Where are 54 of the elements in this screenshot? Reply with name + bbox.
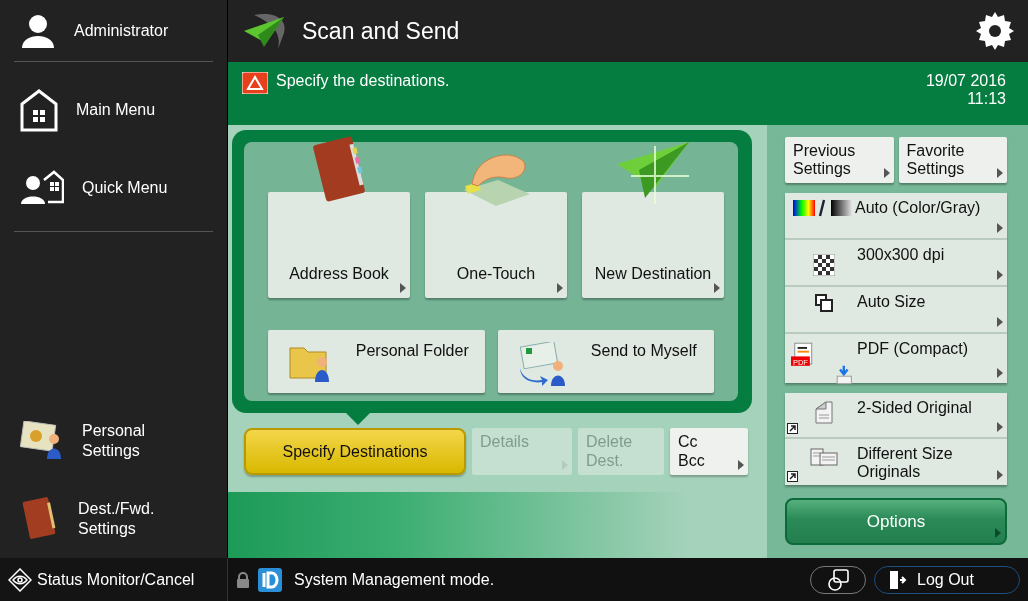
settings-icon	[976, 12, 1014, 50]
instruction-message: Specify the destinations.	[276, 72, 451, 91]
time-text: 11:13	[967, 90, 1006, 108]
two-sided-page-icon	[814, 401, 834, 425]
paper-plane-icon	[244, 11, 288, 51]
person-house-icon	[20, 170, 64, 206]
house-icon	[20, 87, 58, 132]
envelope-person-icon	[517, 342, 568, 386]
caret-icon	[997, 422, 1003, 432]
mixed-size-pages-icon	[810, 447, 838, 467]
destination-button[interactable]: Personal Folder	[268, 330, 485, 393]
mode-status-text: System Management mode.	[294, 570, 496, 589]
setting-row[interactable]: 2-Sided Original	[785, 393, 1007, 439]
setting-row[interactable]: 300x300 dpi	[785, 240, 1007, 287]
action-button[interactable]: Cc Bcc	[670, 428, 748, 475]
eye-diamond-icon	[8, 567, 32, 592]
administrator-item[interactable]: Administrator	[14, 0, 213, 61]
settings-card-person-icon	[20, 421, 64, 461]
caret-icon	[997, 317, 1003, 327]
destination-button[interactable]: Send to Myself	[497, 330, 714, 393]
user-icon	[20, 13, 56, 48]
door-exit-icon	[889, 569, 907, 590]
caret-icon	[995, 528, 1001, 538]
destination-button[interactable]: New Destination	[582, 192, 724, 298]
switch-language-button[interactable]	[810, 565, 866, 594]
setting-row[interactable]: Different Size Originals	[785, 439, 1007, 485]
logout-button[interactable]: Log Out	[874, 565, 1020, 594]
id-badge-icon	[258, 567, 282, 592]
shortcut-item[interactable]: Personal Settings	[14, 402, 213, 480]
specify-destinations-button[interactable]: Specify Destinations	[244, 428, 466, 475]
caret-icon	[997, 368, 1003, 378]
menu-item[interactable]: Quick Menu	[14, 157, 213, 219]
date-text: 19/07 2016	[925, 72, 1006, 90]
overlapping-pages-icon	[814, 293, 834, 313]
lock-icon	[236, 571, 250, 588]
destination-button[interactable]: Address Book	[268, 192, 410, 298]
spectrum-swatch-icon	[793, 199, 855, 217]
caret-icon	[997, 168, 1003, 178]
settings-button[interactable]: Previous Settings	[785, 137, 894, 183]
checker-pattern-icon	[813, 254, 835, 276]
setting-row[interactable]: Auto Size	[785, 287, 1007, 334]
caret-icon	[997, 223, 1003, 233]
shortcut-item[interactable]: Dest./Fwd. Settings	[14, 480, 213, 558]
warning-icon	[242, 72, 268, 94]
caret-icon	[997, 270, 1003, 280]
setting-row[interactable]: Auto (Color/Gray)	[785, 193, 1007, 240]
settings-button[interactable]: Favorite Settings	[898, 137, 1007, 183]
setting-row[interactable]: PDF PDF (Compact)	[785, 334, 1007, 383]
menu-item[interactable]: Main Menu	[14, 62, 213, 157]
options-button[interactable]: Options	[785, 498, 1007, 545]
caret-icon	[997, 470, 1003, 480]
screen-title: Scan and Send	[302, 17, 461, 45]
caret-icon	[883, 168, 890, 178]
destination-button[interactable]: One-Touch	[425, 192, 567, 298]
